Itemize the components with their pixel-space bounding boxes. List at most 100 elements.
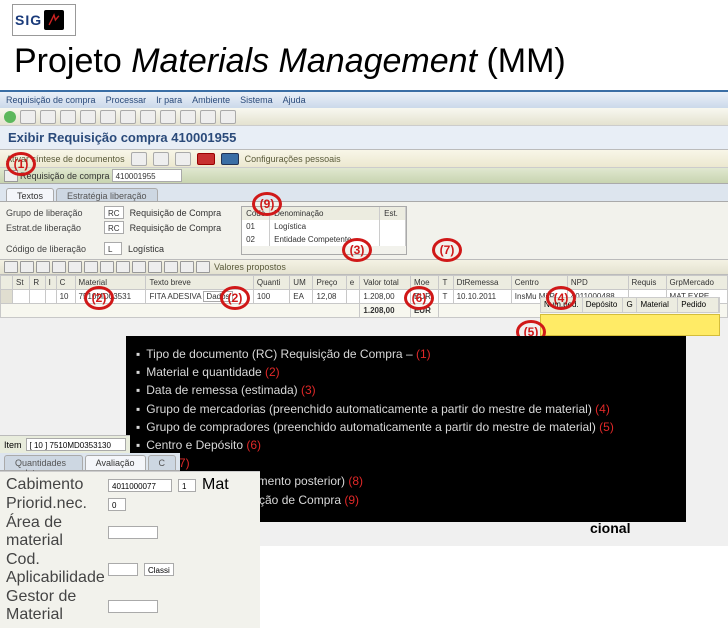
- grid-icon[interactable]: [148, 261, 162, 273]
- personal-settings-label[interactable]: Configurações pessoais: [245, 154, 341, 164]
- item-detail-tabs: Quantidades e datas Avaliação C: [0, 453, 180, 471]
- toolbar-button[interactable]: [175, 152, 191, 166]
- menu-item[interactable]: Ambiente: [192, 95, 230, 105]
- td: 01: [242, 220, 270, 233]
- toolbar-button[interactable]: [60, 110, 76, 124]
- tab-estrategia[interactable]: Estratégia liberação: [56, 188, 158, 201]
- highlight-block: [540, 314, 720, 336]
- toolbar-button[interactable]: [200, 110, 216, 124]
- logo-text: SIG: [15, 12, 42, 28]
- th: St: [13, 276, 30, 290]
- doc-header-strip: Requisição de compra 410001955: [0, 168, 728, 184]
- td: Logística: [270, 220, 380, 233]
- field-label: Área de material: [6, 514, 102, 550]
- td: [30, 290, 45, 304]
- td: 12,08: [313, 290, 346, 304]
- field-label: Grupo de liberação: [6, 208, 98, 218]
- grid-icon[interactable]: [164, 261, 178, 273]
- callout-6: (6): [404, 286, 434, 310]
- sap-main-toolbar[interactable]: [0, 108, 728, 126]
- th: UM: [290, 276, 313, 290]
- th: Depósito: [583, 298, 624, 312]
- toolbar-button[interactable]: [120, 110, 136, 124]
- grid-icon[interactable]: [52, 261, 66, 273]
- second-toolbar: Ativar síntese de documentos Configuraçõ…: [0, 150, 728, 168]
- callout-2b: (2): [220, 286, 250, 310]
- toolbar-button[interactable]: [20, 110, 36, 124]
- callout-1: (1): [6, 152, 36, 176]
- callout-2: (2): [84, 286, 114, 310]
- grid-icon[interactable]: [68, 261, 82, 273]
- menu-item[interactable]: Ir para: [156, 95, 182, 105]
- field-code: RC: [104, 206, 124, 219]
- th: GrpMercado: [666, 276, 727, 290]
- grid-icon[interactable]: [84, 261, 98, 273]
- enter-icon[interactable]: [4, 111, 16, 123]
- th: Preço: [313, 276, 346, 290]
- field-code: L: [104, 242, 122, 255]
- grid-icon[interactable]: [4, 261, 18, 273]
- th: G: [623, 298, 637, 312]
- area-field[interactable]: [108, 526, 158, 539]
- td: 100: [253, 290, 289, 304]
- tab-c[interactable]: C: [148, 455, 177, 470]
- menu-item[interactable]: Requisição de compra: [6, 95, 96, 105]
- priorid-field[interactable]: 0: [108, 498, 126, 511]
- th: I: [45, 276, 56, 290]
- sap-menubar[interactable]: Requisição de compra Processar Ir para A…: [0, 92, 728, 108]
- th: Material cura NPP: [637, 298, 678, 312]
- doc-number-field[interactable]: 410001955: [112, 169, 182, 182]
- grid-icon[interactable]: [180, 261, 194, 273]
- toolbar-button[interactable]: [220, 110, 236, 124]
- cabimento-field[interactable]: 4011000077: [108, 479, 172, 492]
- toggle-red-icon[interactable]: [197, 153, 215, 165]
- header-tabs: Textos Estratégia liberação: [0, 184, 728, 202]
- menu-item[interactable]: Processar: [106, 95, 147, 105]
- toggle-blue-icon[interactable]: [221, 153, 239, 165]
- tab-textos[interactable]: Textos: [6, 188, 54, 201]
- toolbar-button[interactable]: [153, 152, 169, 166]
- row-selector[interactable]: [1, 290, 13, 304]
- toolbar-button[interactable]: [80, 110, 96, 124]
- grid-icon[interactable]: [36, 261, 50, 273]
- grid-icon[interactable]: [116, 261, 130, 273]
- toolbar-button[interactable]: [180, 110, 196, 124]
- slide-title: Projeto Materials Management (MM): [14, 42, 566, 81]
- toolbar-button[interactable]: [100, 110, 116, 124]
- sig-logo: SIG: [12, 4, 76, 36]
- td: [45, 290, 56, 304]
- field-label: Priorid.nec.: [6, 495, 102, 513]
- th: Requis: [628, 276, 666, 290]
- td: EA: [290, 290, 313, 304]
- cabimento-seq[interactable]: 1: [178, 479, 196, 492]
- tab-quantidades[interactable]: Quantidades e datas: [4, 455, 83, 470]
- grid-icon[interactable]: [132, 261, 146, 273]
- th: [1, 276, 13, 290]
- cod-box[interactable]: Classi: [144, 563, 174, 576]
- callout-3: (3): [342, 238, 372, 262]
- th: T: [439, 276, 453, 290]
- td: [380, 233, 406, 246]
- grid-icon[interactable]: [100, 261, 114, 273]
- toolbar-button[interactable]: [131, 152, 147, 166]
- item-grid-toolbar: Valores propostos: [0, 259, 728, 275]
- grid-icon[interactable]: [196, 261, 210, 273]
- menu-item[interactable]: Ajuda: [283, 95, 306, 105]
- toolbar-button[interactable]: [40, 110, 56, 124]
- valores-propostos-label[interactable]: Valores propostos: [212, 262, 288, 272]
- th: Pedido: [678, 298, 719, 312]
- tab-avaliacao[interactable]: Avaliação: [85, 455, 146, 470]
- item-value[interactable]: [ 10 ] 7510MD0353130 FITA ADESIV: [26, 438, 126, 451]
- th: Material: [75, 276, 146, 290]
- cod-field[interactable]: [108, 563, 138, 576]
- menu-item[interactable]: Sistema: [240, 95, 273, 105]
- field-desc: Logística: [128, 244, 164, 254]
- toolbar-button[interactable]: [160, 110, 176, 124]
- grid-icon[interactable]: [20, 261, 34, 273]
- td: 1.208,00: [360, 290, 411, 304]
- th: Quanti: [253, 276, 289, 290]
- gestor-field[interactable]: [108, 600, 158, 613]
- transaction-title: Exibir Requisição compra 410001955: [0, 126, 728, 150]
- toolbar-button[interactable]: [140, 110, 156, 124]
- item-detail-strip: Item [ 10 ] 7510MD0353130 FITA ADESIV: [0, 435, 130, 453]
